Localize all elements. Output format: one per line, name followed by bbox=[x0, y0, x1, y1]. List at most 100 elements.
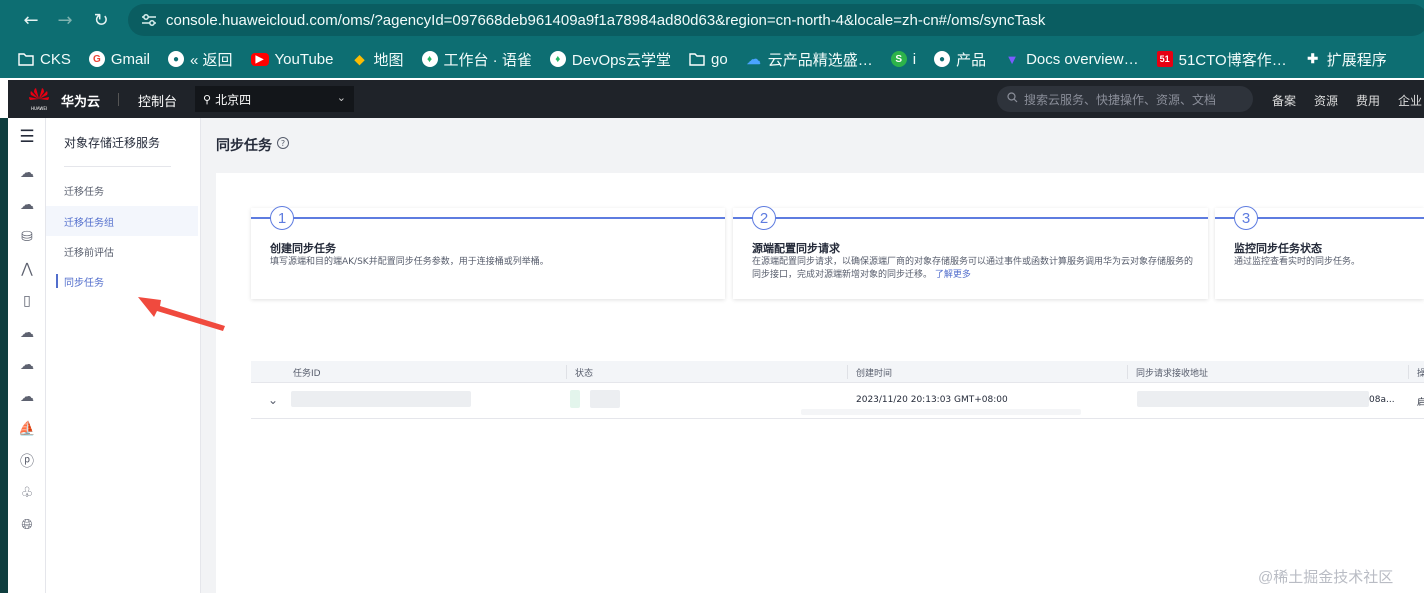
yuque-icon: ♦ bbox=[421, 51, 438, 67]
service-submenu: 对象存储迁移服务 迁移任务 迁移任务组 迁移前评估 同步任务 bbox=[46, 118, 201, 593]
cloud-icon: ☁ bbox=[746, 50, 761, 67]
bookmark-go[interactable]: go bbox=[689, 51, 728, 68]
table-row: ⌄ 2023/11/20 20:13:03 GMT+08:00 08a... 启 bbox=[251, 383, 1424, 419]
redacted-address bbox=[1137, 391, 1369, 407]
sail-icon[interactable]: ⛵ bbox=[18, 420, 36, 438]
column-separator bbox=[566, 365, 567, 379]
nav-billing[interactable]: 费用 bbox=[1356, 92, 1380, 109]
expand-chevron-icon[interactable]: ⌄ bbox=[268, 393, 278, 407]
help-icon[interactable]: ? bbox=[277, 137, 289, 149]
search-placeholder: 搜索云服务、快捷操作、资源、文档 bbox=[1024, 92, 1217, 107]
annotation-arrow bbox=[138, 297, 225, 331]
status-indicator bbox=[570, 390, 580, 408]
brand-name[interactable]: 华为云 bbox=[61, 91, 100, 110]
s-icon: S bbox=[890, 51, 907, 67]
col-task-id[interactable]: 任务ID bbox=[293, 366, 321, 379]
region-selector[interactable]: ⚲ 北京四 ⌄ bbox=[195, 86, 354, 112]
main-content: 同步任务 ? 1 创建同步任务 填写源端和目的端AK/SK并配置同步任务参数，用… bbox=[201, 118, 1424, 593]
bookmark-cloud-products[interactable]: ☁ 云产品精选盛… bbox=[746, 49, 873, 70]
yuque-icon: ♦ bbox=[549, 51, 566, 67]
background-window-edge bbox=[0, 118, 8, 593]
reload-icon[interactable]: ↻ bbox=[84, 3, 118, 37]
table-header: 任务ID 状态 创建时间 同步请求接收地址 操 bbox=[251, 361, 1424, 383]
column-separator bbox=[1408, 365, 1409, 379]
step-number: 3 bbox=[1234, 206, 1258, 230]
learn-more-link[interactable]: 了解更多 bbox=[935, 270, 971, 280]
col-created-time[interactable]: 创建时间 bbox=[856, 366, 892, 379]
step-bar bbox=[251, 217, 725, 219]
bookmark-products[interactable]: ● 产品 bbox=[934, 49, 986, 70]
database-icon[interactable]: ⛁ bbox=[18, 228, 36, 246]
col-sync-address[interactable]: 同步请求接收地址 bbox=[1136, 366, 1208, 379]
operation-link[interactable]: 启 bbox=[1417, 395, 1424, 408]
column-separator bbox=[847, 365, 848, 379]
menu-item-migration-task[interactable]: 迁移任务 bbox=[46, 175, 198, 205]
url-field[interactable]: console.huaweicloud.com/oms/?agencyId=09… bbox=[128, 4, 1424, 36]
nav-resources[interactable]: 资源 bbox=[1314, 92, 1338, 109]
bookmark-back[interactable]: ● « 返回 bbox=[168, 49, 233, 70]
bookmark-devops[interactable]: ♦ DevOps云学堂 bbox=[549, 49, 671, 70]
column-separator bbox=[1127, 365, 1128, 379]
chevron-down-icon: ⌄ bbox=[336, 91, 346, 104]
bookmark-docs[interactable]: ▼ Docs overview… bbox=[1004, 51, 1139, 68]
bookmark-51cto[interactable]: 51 51CTO博客作… bbox=[1156, 49, 1287, 70]
bookmark-maps[interactable]: ⬥ 地图 bbox=[351, 49, 404, 70]
step-desc: 通过监控查看实时的同步任务。 bbox=[1234, 257, 1361, 267]
bookmark-extensions[interactable]: ✚ 扩展程序 bbox=[1305, 49, 1386, 70]
51cto-icon: 51 bbox=[1156, 51, 1173, 67]
cluster-icon[interactable]: ♧ bbox=[18, 484, 36, 502]
bookmark-yuque[interactable]: ♦ 工作台 · 语雀 bbox=[421, 49, 532, 70]
col-operation[interactable]: 操 bbox=[1417, 366, 1424, 379]
search-icon bbox=[1007, 92, 1018, 106]
cloud-alt-icon[interactable]: ☁ bbox=[18, 324, 36, 342]
step-title: 源端配置同步请求 bbox=[752, 242, 840, 255]
cloud-sync-icon[interactable]: ☁ bbox=[18, 388, 36, 406]
url-text: console.huaweicloud.com/oms/?agencyId=09… bbox=[166, 11, 1046, 29]
puzzle-icon: ✚ bbox=[1307, 51, 1319, 66]
address-tail: 08a... bbox=[1369, 395, 1395, 405]
globe-icon[interactable]: 🌐︎ bbox=[18, 516, 36, 534]
bookmark-gmail[interactable]: G Gmail bbox=[88, 51, 150, 68]
nav-beian[interactable]: 备案 bbox=[1272, 92, 1296, 109]
page-title: 同步任务 bbox=[216, 138, 272, 154]
step-desc: 填写源端和目的端AK/SK并配置同步任务参数，用于连接桶或列举桶。 bbox=[270, 257, 549, 267]
search-input[interactable]: 搜索云服务、快捷操作、资源、文档 bbox=[997, 86, 1253, 112]
divider bbox=[64, 166, 171, 167]
step-desc: 在源端配置同步请求，以确保源端厂商的对象存储服务可以通过事件或函数计算服务调用华… bbox=[752, 257, 1194, 280]
bookmark-youtube[interactable]: ▶ YouTube bbox=[250, 51, 333, 68]
bookmark-i[interactable]: Si bbox=[890, 51, 916, 68]
nav-enterprise[interactable]: 企业 bbox=[1398, 92, 1422, 109]
huawei-logo[interactable]: HUAWEI bbox=[28, 86, 50, 112]
step-title: 监控同步任务状态 bbox=[1234, 242, 1322, 255]
cloud-service-icon[interactable]: ☁ bbox=[18, 164, 36, 182]
step-card-1: 1 创建同步任务 填写源端和目的端AK/SK并配置同步任务参数，用于连接桶或列举… bbox=[251, 206, 725, 299]
menu-item-migration-group[interactable]: 迁移任务组 bbox=[46, 206, 198, 236]
step-number: 1 bbox=[270, 206, 294, 230]
browser-address-bar: ← → ↻ console.huaweicloud.com/oms/?agenc… bbox=[0, 0, 1424, 40]
folder-icon bbox=[18, 51, 34, 67]
step-number: 2 bbox=[752, 206, 776, 230]
forward-icon[interactable]: → bbox=[48, 3, 82, 37]
col-status[interactable]: 状态 bbox=[575, 366, 593, 379]
bookmarks-bar: CKS G Gmail ● « 返回 ▶ YouTube ⬥ 地图 ♦ 工作台 · 语雀 … bbox=[0, 40, 1424, 78]
google-icon: G bbox=[88, 51, 105, 67]
service-title: 对象存储迁移服务 bbox=[64, 136, 161, 150]
watermark: @稀土掘金技术社区 bbox=[1258, 569, 1394, 586]
menu-item-pre-assessment[interactable]: 迁移前评估 bbox=[46, 236, 198, 266]
content-card: 1 创建同步任务 填写源端和目的端AK/SK并配置同步任务参数，用于连接桶或列举… bbox=[216, 173, 1424, 593]
menu-icon[interactable]: ☰ bbox=[18, 127, 36, 147]
globe-icon: ● bbox=[168, 51, 185, 67]
globe-icon: ● bbox=[934, 51, 951, 67]
cloud-security-icon[interactable]: ☁ bbox=[18, 356, 36, 374]
document-icon[interactable]: ▯ bbox=[18, 292, 36, 310]
console-topbar: HUAWEI 华为云 控制台 ⚲ 北京四 ⌄ 搜索云服务、快捷操作、资源、文档 … bbox=[8, 80, 1424, 118]
bookmark-cks[interactable]: CKS bbox=[18, 51, 71, 68]
console-link[interactable]: 控制台 bbox=[138, 91, 177, 110]
site-settings-icon[interactable] bbox=[138, 9, 160, 31]
redacted-task-id bbox=[291, 391, 471, 407]
cloud-upload-icon[interactable]: ☁ bbox=[18, 196, 36, 214]
folder-icon bbox=[689, 51, 705, 67]
back-icon[interactable]: ← bbox=[14, 3, 48, 37]
coin-icon[interactable]: ⓟ bbox=[18, 452, 36, 470]
network-icon[interactable]: ⋀ bbox=[18, 260, 36, 278]
